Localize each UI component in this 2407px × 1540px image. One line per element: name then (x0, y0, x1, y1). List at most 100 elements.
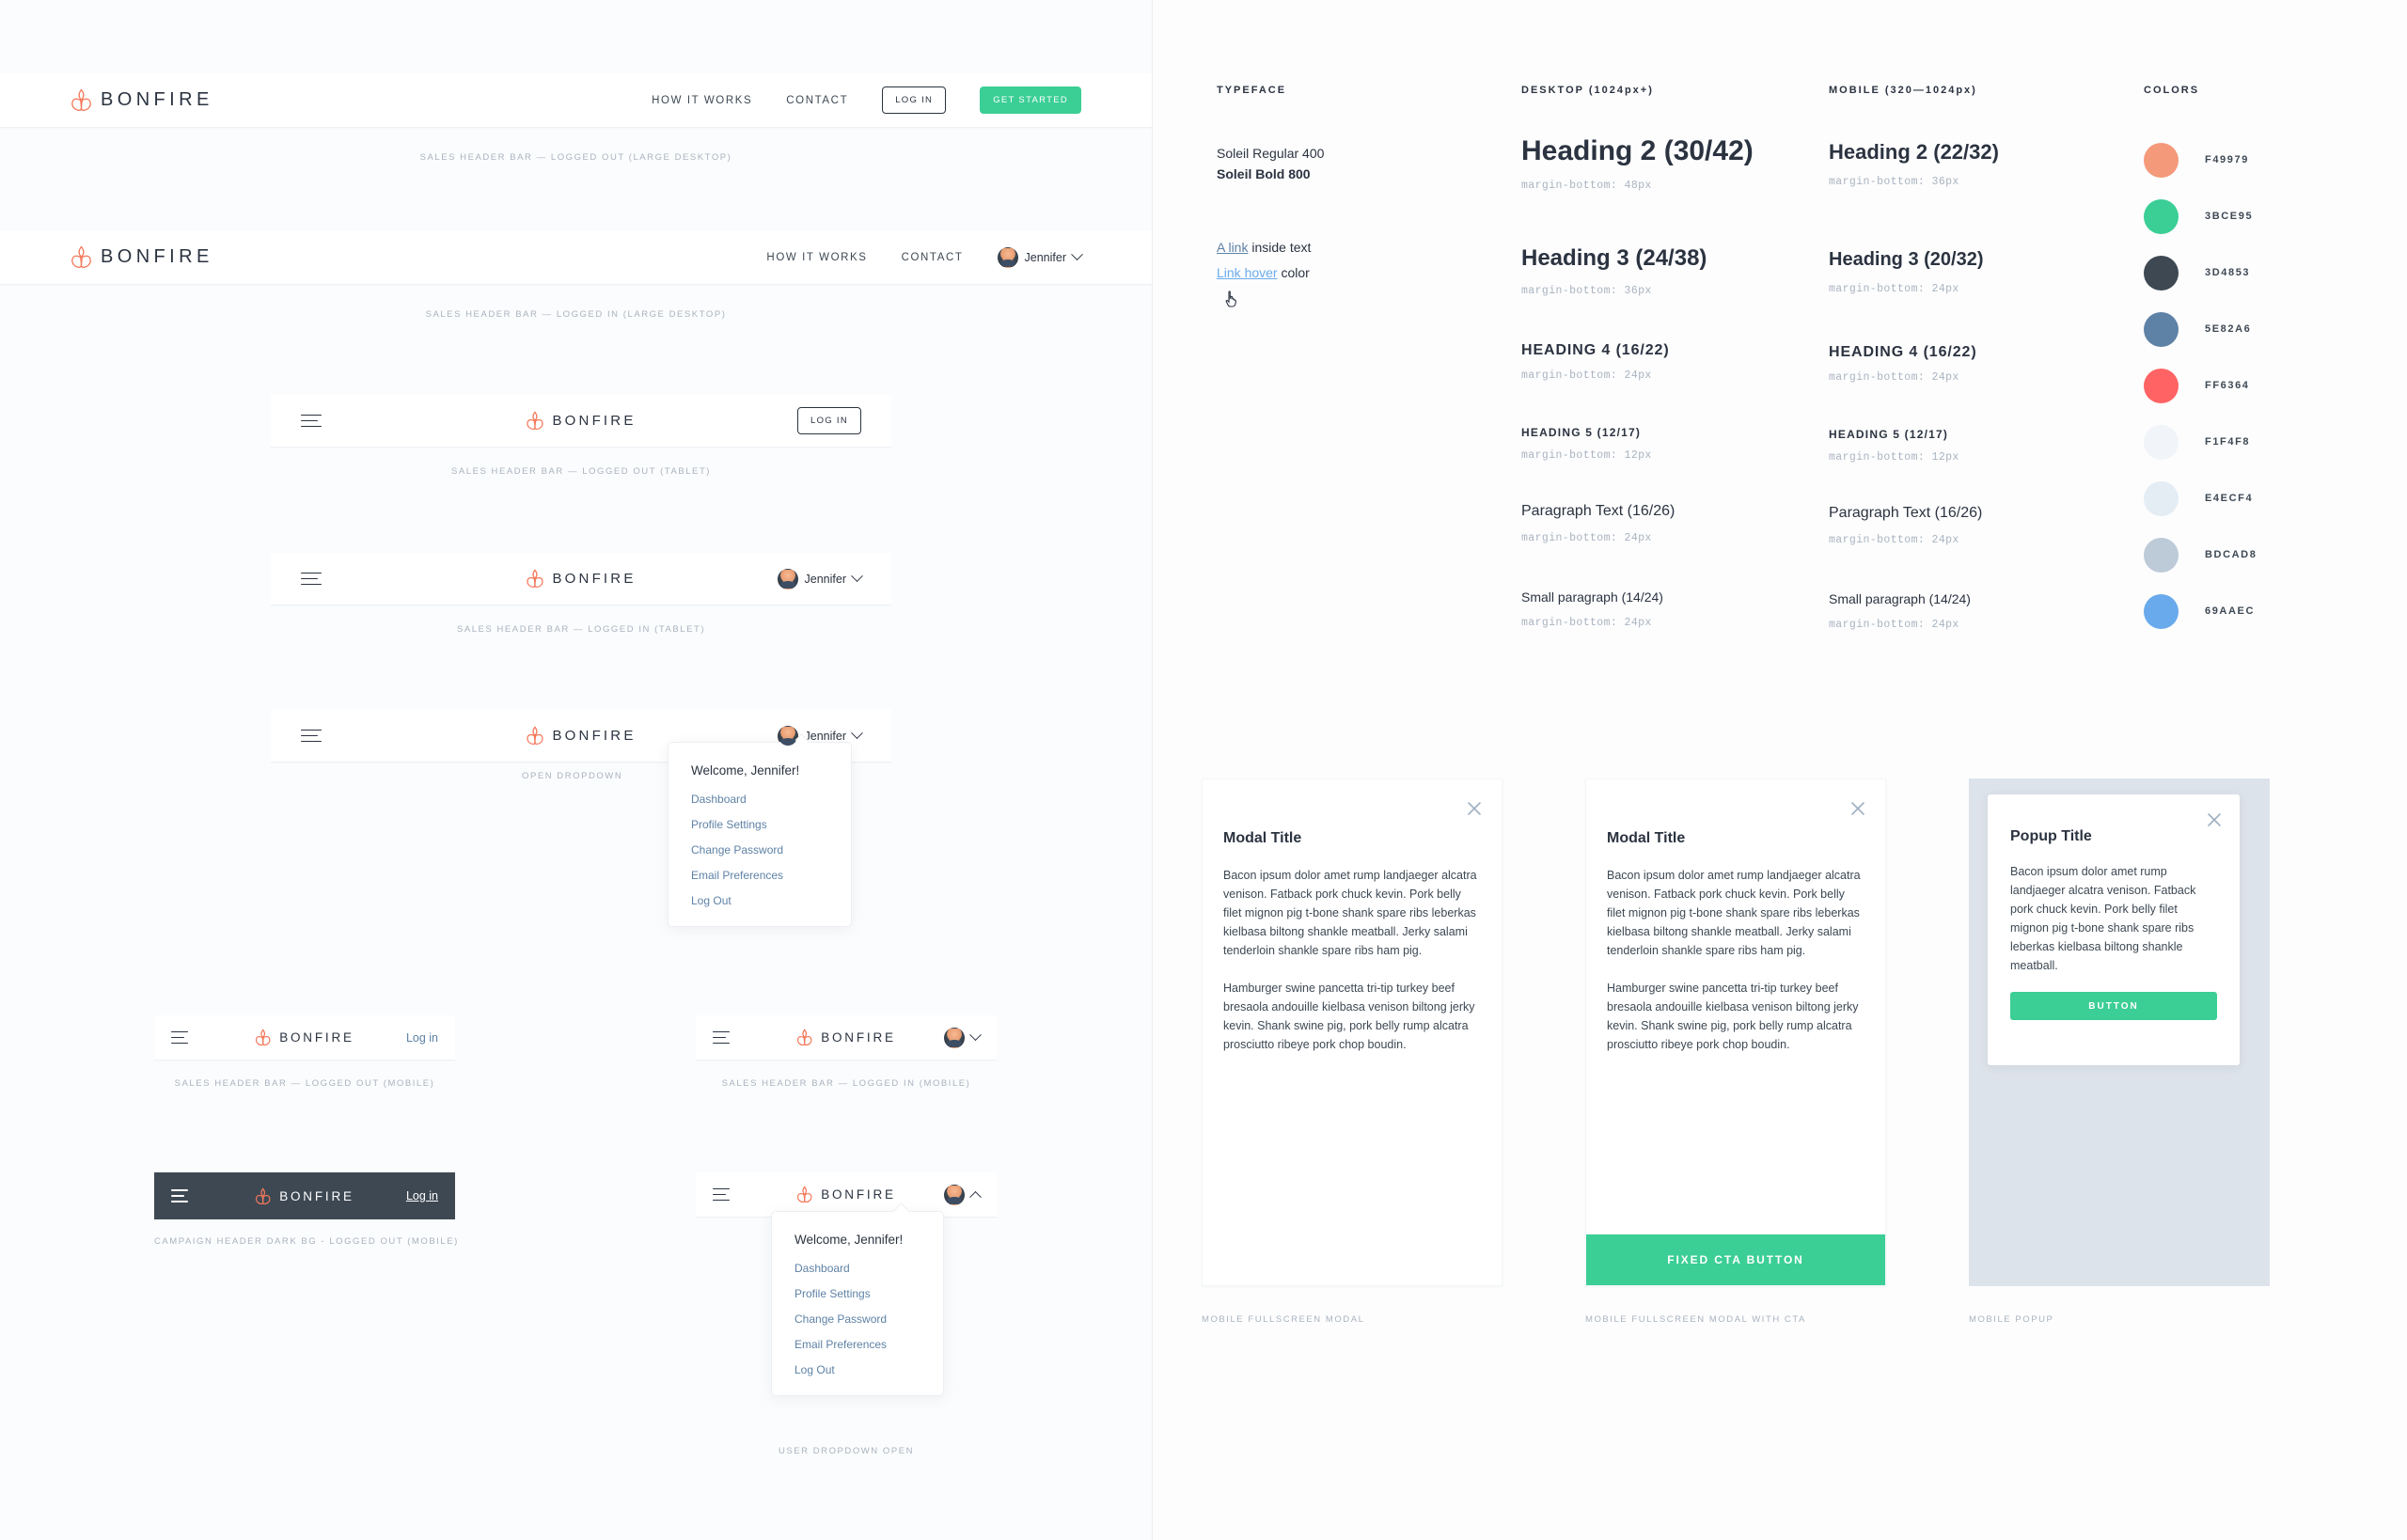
color-hex-label: BDCAD8 (2205, 549, 2258, 560)
logo-wordmark: BONFIRE (821, 1187, 896, 1202)
nav-how-it-works[interactable]: HOW IT WORKS (652, 95, 752, 106)
type-row: HEADING 4 (16/22) margin-bottom: 24px (1521, 340, 1803, 382)
dropdown-item-dashboard[interactable]: Dashboard (691, 793, 828, 806)
section-label-mobile: MOBILE (320—1024px) (1829, 85, 1977, 96)
close-icon[interactable] (1849, 800, 1866, 817)
link-sample[interactable]: A link (1217, 240, 1248, 255)
logo[interactable]: BONFIRE (526, 726, 636, 746)
type-sample-h5: HEADING 5 (12/17) (1829, 428, 1949, 441)
color-swatch (2144, 593, 2179, 629)
user-dropdown-menu: Welcome, Jennifer! Dashboard Profile Set… (668, 733, 852, 927)
close-icon[interactable] (2206, 811, 2223, 828)
type-margin-note: margin-bottom: 24px (1521, 617, 1652, 629)
link-sample-rest: inside text (1248, 240, 1312, 255)
color-swatch (2144, 537, 2179, 573)
log-in-link[interactable]: Log in (406, 1031, 438, 1045)
user-name: Jennifer (1024, 250, 1066, 264)
type-row: HEADING 5 (12/17) margin-bottom: 12px (1829, 427, 2111, 464)
link-hover-sample-rest: color (1277, 265, 1310, 280)
logo[interactable]: BONFIRE (796, 1029, 896, 1046)
logo[interactable]: BONFIRE (796, 1186, 896, 1203)
bonfire-flame-icon (527, 411, 543, 431)
color-hex-label: 69AAEC (2205, 605, 2256, 617)
type-sample-h4: HEADING 4 (16/22) (1521, 342, 1670, 358)
swatch-row: 69AAEC (2144, 583, 2257, 639)
type-row: Small paragraph (14/24) margin-bottom: 2… (1521, 586, 1803, 629)
type-margin-note: margin-bottom: 12px (1521, 449, 1652, 462)
dropdown-item-email-preferences[interactable]: Email Preferences (691, 869, 828, 882)
user-menu-trigger[interactable] (944, 1184, 982, 1205)
log-in-link[interactable]: Log in (406, 1189, 438, 1202)
get-started-button[interactable]: GET STARTED (980, 86, 1081, 114)
header-desktop-logged-in: BONFIRE HOW IT WORKS CONTACT Jennifer (0, 230, 1152, 285)
logo[interactable]: BONFIRE (255, 1186, 354, 1205)
hamburger-menu-icon[interactable] (301, 568, 322, 589)
color-hex-label: 5E82A6 (2205, 323, 2252, 335)
hamburger-menu-icon[interactable] (171, 1186, 188, 1207)
popup-button[interactable]: BUTTON (2010, 992, 2217, 1020)
dropdown-item-email-preferences[interactable]: Email Preferences (794, 1338, 920, 1351)
link-hover-sample[interactable]: Link hover (1217, 265, 1278, 280)
mobile-popup-card: Popup Title Bacon ipsum dolor amet rump … (1988, 794, 2240, 1065)
type-row: Heading 3 (24/38) margin-bottom: 36px (1521, 241, 1803, 297)
dropdown-item-log-out[interactable]: Log Out (794, 1363, 920, 1376)
bonfire-flame-icon (71, 245, 91, 268)
caption-open-dropdown: OPEN DROPDOWN (522, 771, 623, 781)
type-margin-note: margin-bottom: 36px (1829, 176, 1959, 188)
logo[interactable]: BONFIRE (71, 88, 213, 112)
type-margin-note: margin-bottom: 36px (1521, 285, 1652, 297)
avatar (777, 725, 798, 746)
type-sample-h3: Heading 3 (24/38) (1521, 245, 1707, 271)
dropdown-item-log-out[interactable]: Log Out (691, 894, 828, 907)
type-sample-paragraph: Paragraph Text (16/26) (1829, 505, 1983, 521)
modal-title: Modal Title (1607, 830, 1686, 846)
close-icon[interactable] (1466, 800, 1483, 817)
caption-campaign-dark: CAMPAIGN HEADER DARK BG - LOGGED OUT (MO… (154, 1236, 459, 1247)
logo[interactable]: BONFIRE (526, 569, 636, 589)
nav-how-it-works[interactable]: HOW IT WORKS (766, 252, 867, 263)
swatch-row: 5E82A6 (2144, 301, 2257, 357)
type-row: Heading 2 (30/42) margin-bottom: 48px (1521, 132, 1803, 192)
dropdown-item-profile-settings[interactable]: Profile Settings (794, 1287, 920, 1300)
mobile-fullscreen-modal-with-cta: Modal Title Bacon ipsum dolor amet rump … (1585, 778, 1886, 1286)
type-scale-desktop: Heading 2 (30/42) margin-bottom: 48px He… (1521, 132, 1803, 629)
hamburger-menu-icon[interactable] (713, 1184, 730, 1205)
logo[interactable]: BONFIRE (526, 411, 636, 431)
dropdown-item-change-password[interactable]: Change Password (691, 843, 828, 856)
hamburger-menu-icon[interactable] (301, 410, 322, 432)
caption-mobile-fullscreen-modal-cta: MOBILE FULLSCREEN MODAL WITH CTA (1585, 1314, 1806, 1325)
hamburger-menu-icon[interactable] (171, 1027, 188, 1048)
type-sample-paragraph: Paragraph Text (16/26) (1521, 503, 1675, 519)
color-hex-label: F49979 (2205, 154, 2249, 165)
color-hex-label: F1F4F8 (2205, 436, 2251, 448)
hamburger-menu-icon[interactable] (713, 1027, 730, 1048)
user-menu-trigger[interactable]: Jennifer (997, 246, 1083, 268)
user-menu-trigger[interactable] (944, 1027, 982, 1048)
logo[interactable]: BONFIRE (71, 245, 213, 269)
hamburger-menu-icon[interactable] (301, 725, 322, 746)
bonfire-flame-icon (527, 726, 543, 746)
nav-contact[interactable]: CONTACT (786, 95, 848, 106)
header-mobile-logged-out: BONFIRE Log in (154, 1015, 455, 1061)
dropdown-item-change-password[interactable]: Change Password (794, 1312, 920, 1326)
color-swatch (2144, 311, 2179, 347)
color-hex-label: 3BCE95 (2205, 211, 2254, 222)
log-in-button[interactable]: LOG IN (882, 86, 947, 114)
avatar (777, 568, 798, 589)
modal-paragraph-2: Hamburger swine pancetta tri-tip turkey … (1223, 982, 1475, 1051)
logo[interactable]: BONFIRE (255, 1029, 354, 1046)
dropdown-item-profile-settings[interactable]: Profile Settings (691, 818, 828, 831)
fixed-cta-button[interactable]: FIXED CTA BUTTON (1586, 1234, 1885, 1285)
caption-mobile-fullscreen-modal: MOBILE FULLSCREEN MODAL (1202, 1314, 1365, 1325)
user-name: Jennifer (804, 729, 846, 743)
dropdown-welcome: Welcome, Jennifer! (691, 763, 800, 778)
caption-tablet-logged-out: SALES HEADER BAR — LOGGED OUT (TABLET) (450, 466, 712, 477)
color-palette: F49979 3BCE95 3D4853 5E82A6 FF6364 F1F4F… (2144, 132, 2257, 639)
dropdown-item-dashboard[interactable]: Dashboard (794, 1262, 920, 1275)
type-margin-note: margin-bottom: 12px (1829, 451, 1959, 464)
log-in-button[interactable]: LOG IN (796, 407, 861, 434)
caption-desktop-logged-out: SALES HEADER BAR — LOGGED OUT (LARGE DES… (419, 152, 732, 163)
link-hover-sample-row: Link hover color (1217, 265, 1489, 280)
nav-contact[interactable]: CONTACT (902, 252, 964, 263)
user-menu-trigger[interactable]: Jennifer (777, 568, 863, 589)
